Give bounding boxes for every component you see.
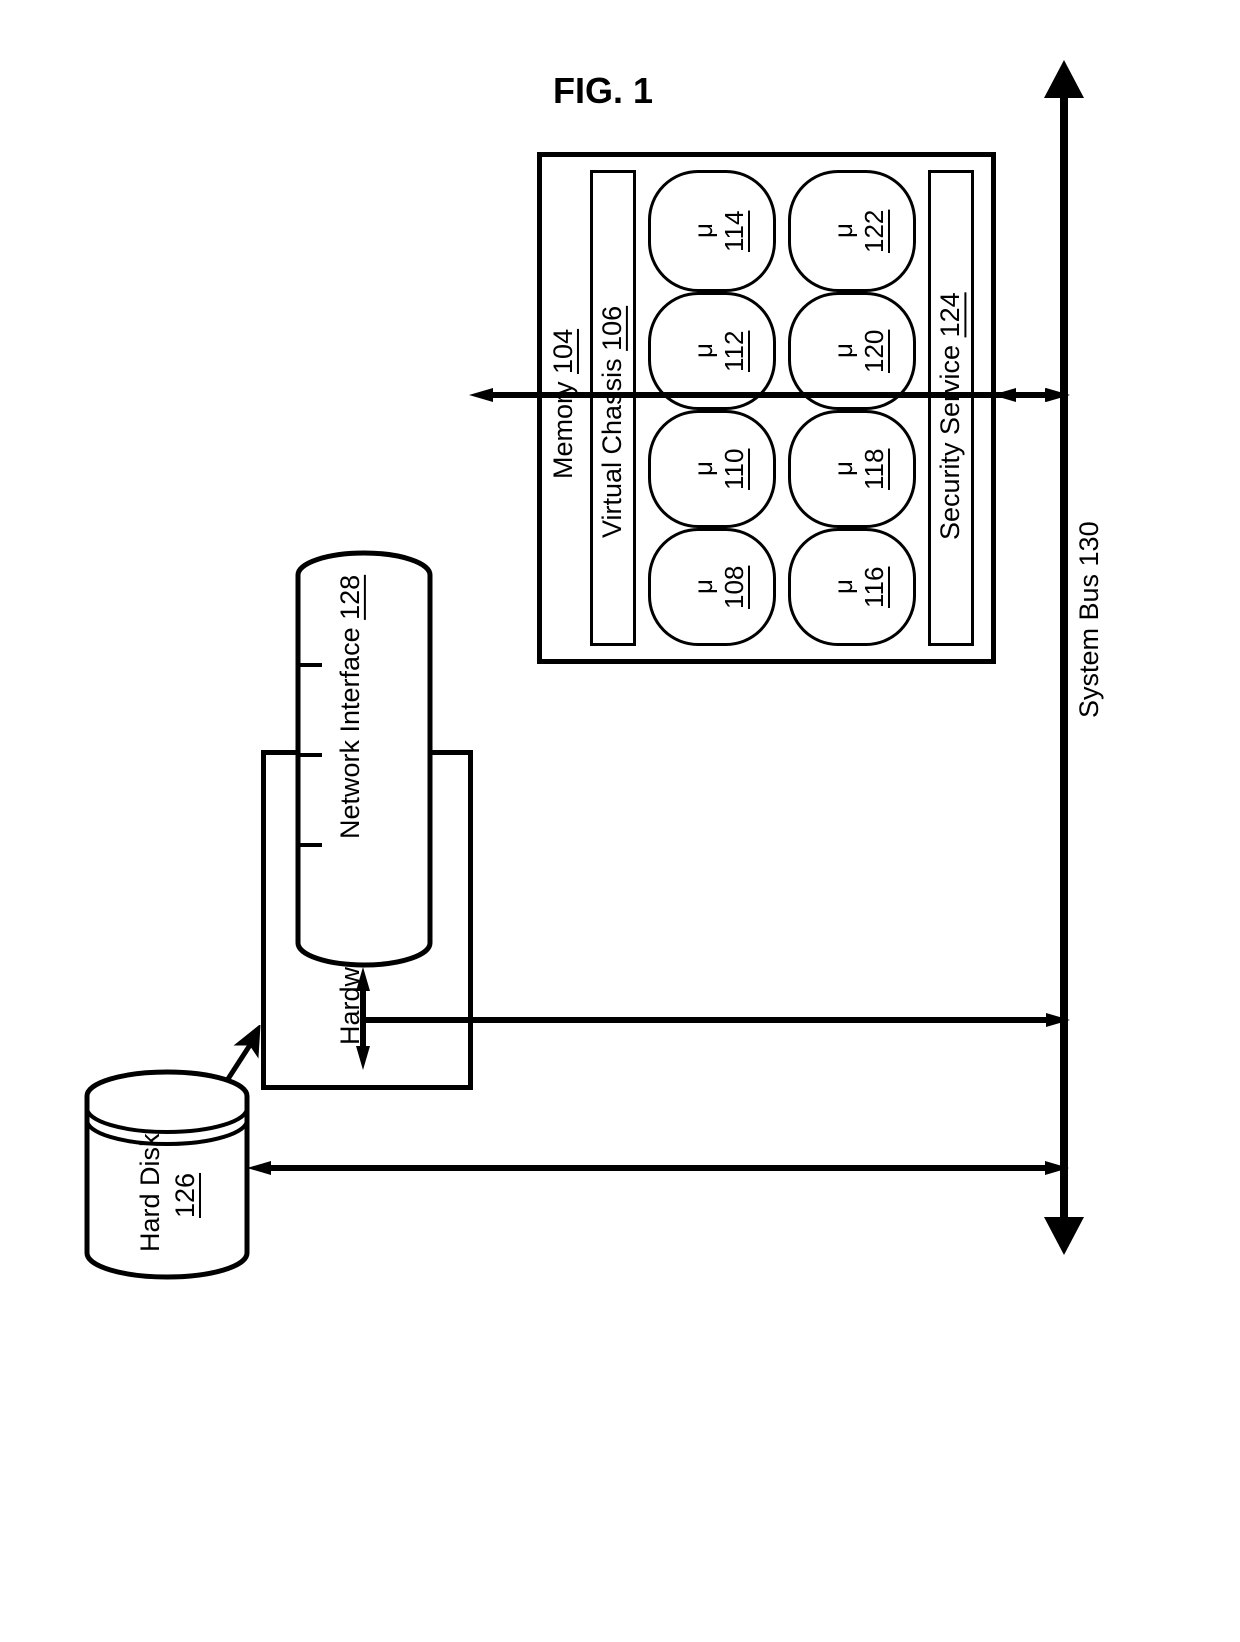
network-interface-label-text: Network Interface [335,628,365,840]
mu-ref-112: 112 [719,330,749,371]
memory-label: Memory 104 [548,339,579,479]
hard-disk-ref-text: 126 [170,1172,200,1217]
figure-title-text: FIG. 1 [553,70,653,111]
mu-108: μ108 [688,543,750,631]
mu-ref-116: 116 [859,566,889,607]
memory-ref-text: 104 [548,329,578,374]
mu-122: μ122 [828,187,890,275]
hard-disk-label-text: Hard Disk [135,1134,165,1253]
mu-symbol-116: μ [828,580,858,595]
connector-net-bus-h [360,1013,1070,1027]
mu-110: μ110 [688,425,750,513]
mu-symbol-118: μ [828,462,858,477]
mu-ref-122: 122 [859,209,889,252]
system-bus-label-text: System Bus 130 [1074,521,1104,718]
mu-ref-110: 110 [719,448,749,489]
connector-memory-bus [992,388,1070,402]
mu-symbol-114: μ [688,224,718,239]
mu-symbol-120: μ [828,344,858,359]
mu-118: μ118 [828,425,890,513]
mu-114: μ114 [688,187,750,275]
virtual-chassis-label-text: Virtual Chassis [597,358,627,538]
bus-arrow-bottom [1044,1215,1084,1255]
figure-title: FIG. 1 [553,70,653,112]
diagram-stage: FIG. 1 100 Hardware Processor 102 Memory… [0,0,1240,1642]
virtual-chassis-label: Virtual Chassis 106 [597,278,628,538]
security-service-label-text: Security Service [935,345,965,540]
connector-disk-bus [247,1161,1069,1175]
network-interface-ref-text: 128 [335,575,365,620]
mu-112: μ112 [688,307,750,395]
hard-disk-icon [83,1068,251,1281]
virtual-chassis-ref-text: 106 [597,306,627,351]
connector-hw-bus [469,388,1069,402]
security-service-label: Security Service 124 [935,275,966,540]
hard-disk-ref: 126 [170,1170,201,1220]
system-bus-label: System Bus 130 [1074,498,1105,718]
mu-symbol-122: μ [828,224,858,239]
system-bus [1060,92,1068,1222]
mu-symbol-112: μ [688,344,718,359]
network-interface-label: Network Interface 128 [335,557,366,857]
hard-disk-label: Hard Disk [135,1128,166,1258]
mu-symbol-110: μ [688,462,718,477]
mu-ref-114: 114 [719,210,749,251]
mu-120: μ120 [828,307,890,395]
mu-ref-120: 120 [859,329,889,372]
bus-arrow-top [1044,60,1084,100]
mu-ref-108: 108 [719,565,749,608]
mu-116: μ116 [828,543,890,631]
security-service-ref-text: 124 [935,292,965,337]
mu-symbol-108: μ [688,580,718,595]
mu-ref-118: 118 [859,448,889,489]
